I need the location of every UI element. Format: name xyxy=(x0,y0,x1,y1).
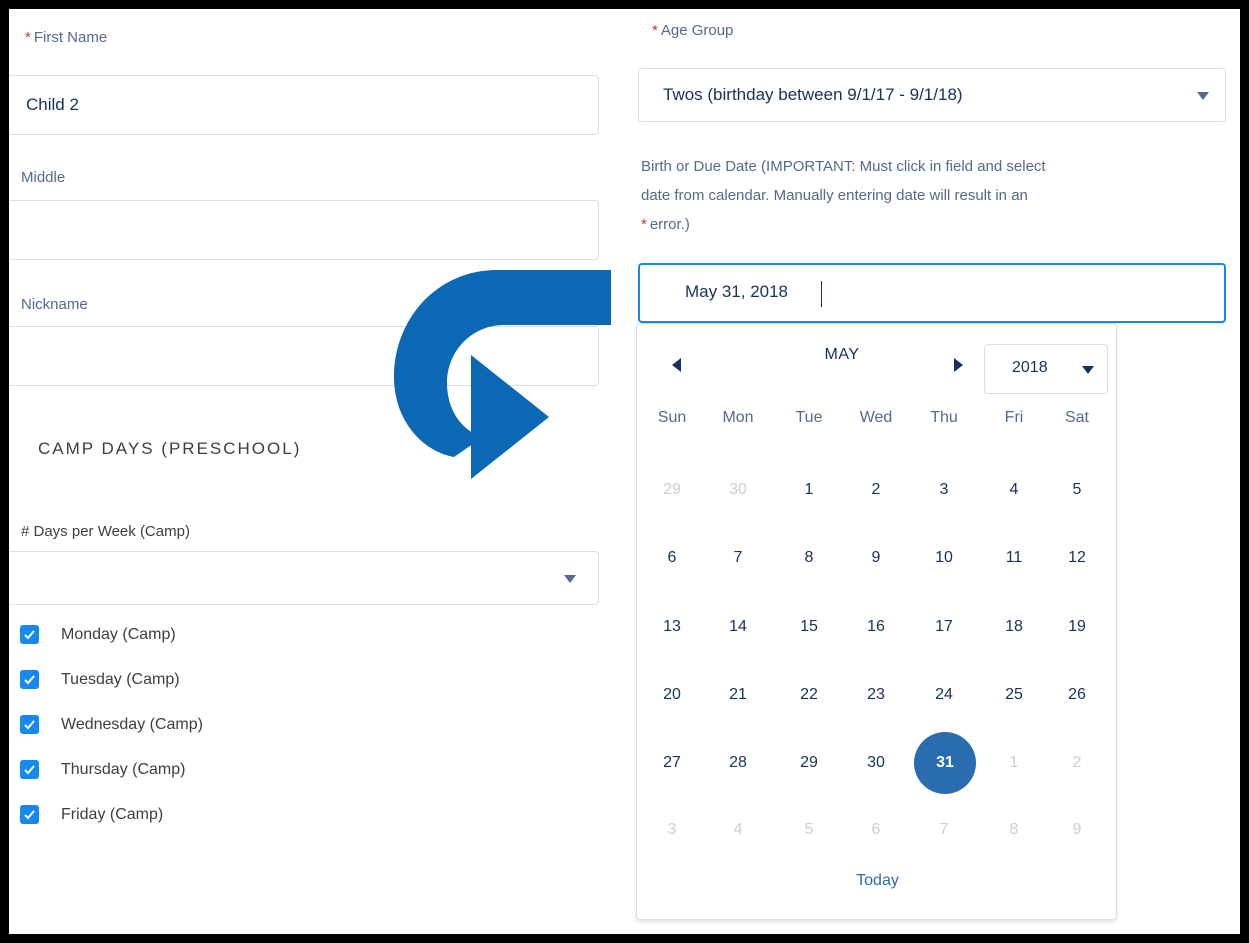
calendar-day[interactable]: 21 xyxy=(708,675,768,715)
chevron-down-icon xyxy=(564,575,576,583)
calendar-day[interactable]: 30 xyxy=(708,470,768,510)
calendar-day[interactable]: 9 xyxy=(846,538,906,578)
check-icon xyxy=(24,675,35,685)
calendar-day[interactable]: 2 xyxy=(846,470,906,510)
date-picker-calendar: MAY 2018 Sun Mon Tue Wed Thu Fri Sat 29 30 1 2 3 4 5… xyxy=(636,323,1117,920)
calendar-day[interactable]: 4 xyxy=(708,810,768,850)
calendar-day[interactable]: 8 xyxy=(779,538,839,578)
checkbox[interactable] xyxy=(20,670,39,689)
calendar-day[interactable]: 27 xyxy=(642,743,702,783)
year-select[interactable]: 2018 xyxy=(984,344,1108,394)
calendar-day[interactable]: 7 xyxy=(708,538,768,578)
first-name-value: Child 2 xyxy=(26,95,79,114)
calendar-day[interactable]: 6 xyxy=(642,538,702,578)
calendar-day[interactable]: 20 xyxy=(642,675,702,715)
checkbox[interactable] xyxy=(20,715,39,734)
calendar-month: MAY xyxy=(824,346,860,363)
triangle-left-icon[interactable] xyxy=(672,358,681,372)
calendar-day[interactable]: 3 xyxy=(642,810,702,850)
calendar-day[interactable]: 2 xyxy=(1047,743,1107,783)
calendar-day[interactable]: 10 xyxy=(914,538,974,578)
age-group-value: Twos (birthday between 9/1/17 - 9/1/18) xyxy=(663,85,963,104)
calendar-day[interactable]: 8 xyxy=(984,810,1044,850)
triangle-right-icon[interactable] xyxy=(954,358,963,372)
calendar-day[interactable]: 1 xyxy=(984,743,1044,783)
weekday-label: Sat xyxy=(1064,409,1089,426)
selected-day[interactable]: 31 xyxy=(914,732,976,794)
weekday-label: Sun xyxy=(657,409,687,426)
first-name-label: * First Name xyxy=(25,29,108,46)
calendar-day[interactable]: 6 xyxy=(846,810,906,850)
calendar-day[interactable]: 9 xyxy=(1047,810,1107,850)
birth-date-field[interactable]: May 31, 2018 xyxy=(638,263,1226,323)
calendar-day[interactable]: 12 xyxy=(1047,538,1107,578)
checkbox[interactable] xyxy=(20,760,39,779)
checkbox[interactable] xyxy=(20,625,39,644)
calendar-day[interactable]: 23 xyxy=(846,675,906,715)
middle-label: Middle xyxy=(21,169,66,186)
calendar-day[interactable]: 26 xyxy=(1047,675,1107,715)
checkbox-label: Thursday (Camp) xyxy=(61,761,186,778)
weekday-label: Fri xyxy=(1004,409,1024,426)
calendar-day[interactable]: 18 xyxy=(984,607,1044,647)
calendar-day[interactable]: 22 xyxy=(779,675,839,715)
chevron-down-icon xyxy=(1197,92,1209,100)
calendar-day[interactable]: 3 xyxy=(914,470,974,510)
calendar-day[interactable]: 14 xyxy=(708,607,768,647)
calendar-day[interactable]: 5 xyxy=(1047,470,1107,510)
calendar-day[interactable]: 11 xyxy=(984,538,1044,578)
section-title: CAMP DAYS (PRESCHOOL) xyxy=(38,439,302,458)
checkbox-label: Tuesday (Camp) xyxy=(61,671,180,688)
calendar-day[interactable]: 15 xyxy=(779,607,839,647)
form-frame: * First Name Child 2 Middle Nickname CAMP… xyxy=(9,9,1240,934)
curved-arrow-icon xyxy=(394,270,611,479)
selected-day-number: 31 xyxy=(914,732,976,794)
age-group-select[interactable]: Twos (birthday between 9/1/17 - 9/1/18) xyxy=(638,68,1226,122)
checkbox-label: Friday (Camp) xyxy=(61,806,164,823)
text-cursor xyxy=(821,281,822,307)
days-per-week-select[interactable] xyxy=(9,551,599,605)
calendar-day[interactable]: 28 xyxy=(708,743,768,783)
calendar-day[interactable]: 29 xyxy=(642,470,702,510)
calendar-day[interactable]: 24 xyxy=(914,675,974,715)
calendar-day[interactable]: 30 xyxy=(846,743,906,783)
nickname-label: Nickname xyxy=(21,296,88,313)
middle-field[interactable] xyxy=(9,200,599,260)
birth-date-label: Birth or Due Date (IMPORTANT: Must click… xyxy=(641,158,1046,233)
weekday-label: Thu xyxy=(930,409,958,426)
today-link[interactable]: Today xyxy=(637,872,1118,890)
check-icon xyxy=(24,765,35,775)
checkbox[interactable] xyxy=(20,805,39,824)
chevron-down-icon xyxy=(1082,366,1094,374)
checkbox-label: Wednesday (Camp) xyxy=(61,716,203,733)
calendar-day[interactable]: 13 xyxy=(642,607,702,647)
calendar-day[interactable]: 7 xyxy=(914,810,974,850)
calendar-day[interactable]: 4 xyxy=(984,470,1044,510)
age-group-label: * Age Group xyxy=(652,22,734,39)
weekday-label: Tue xyxy=(795,409,823,426)
calendar-day[interactable]: 5 xyxy=(779,810,839,850)
days-per-week-label: # Days per Week (Camp) xyxy=(21,523,190,540)
birth-date-value: May 31, 2018 xyxy=(685,282,789,301)
calendar-day[interactable]: 29 xyxy=(779,743,839,783)
calendar-day[interactable]: 16 xyxy=(846,607,906,647)
calendar-day[interactable]: 17 xyxy=(914,607,974,647)
calendar-day[interactable]: 19 xyxy=(1047,607,1107,647)
weekday-label: Wed xyxy=(859,409,893,426)
weekday-label: Mon xyxy=(722,409,754,426)
year-value: 2018 xyxy=(1012,359,1048,376)
checkbox-label: Monday (Camp) xyxy=(61,626,176,643)
calendar-day[interactable]: 1 xyxy=(779,470,839,510)
check-icon xyxy=(24,630,35,640)
calendar-day[interactable]: 25 xyxy=(984,675,1044,715)
check-icon xyxy=(24,720,35,730)
first-name-field[interactable]: Child 2 xyxy=(9,75,599,135)
check-icon xyxy=(24,810,35,820)
